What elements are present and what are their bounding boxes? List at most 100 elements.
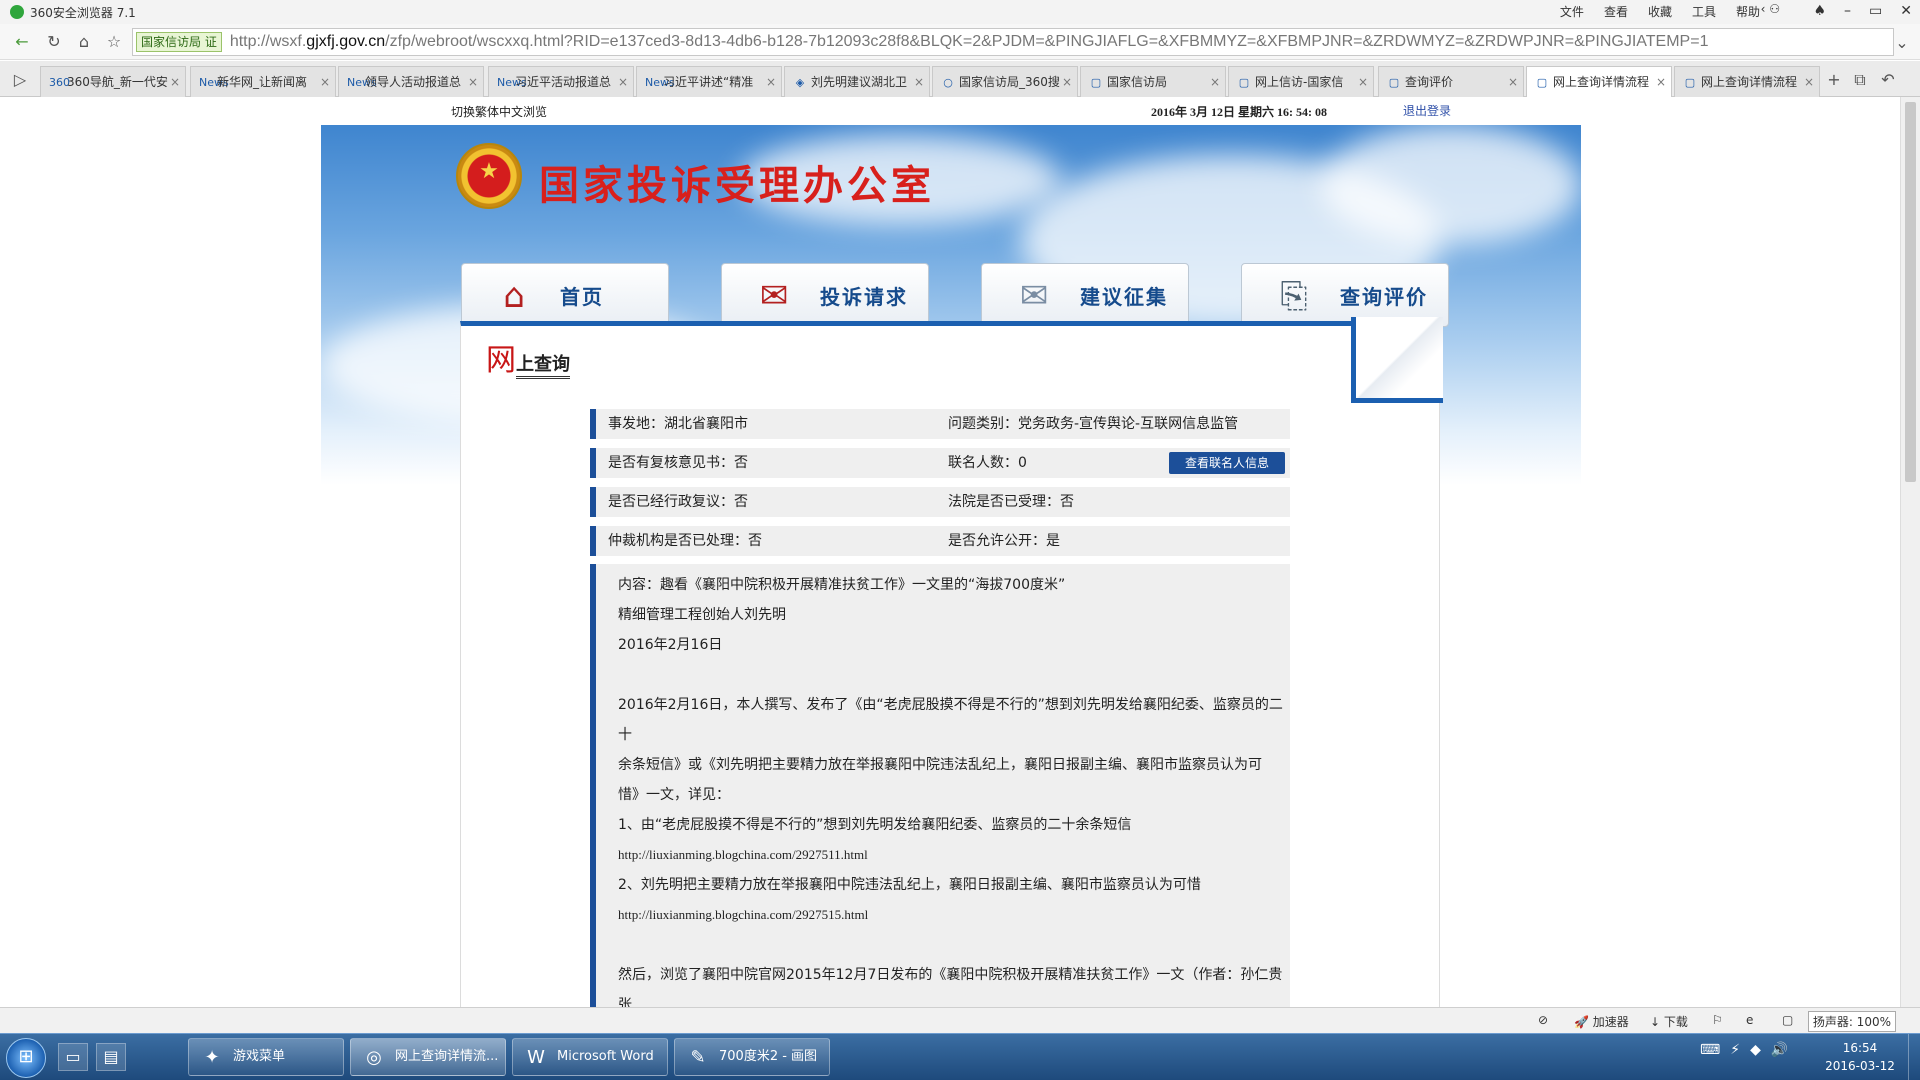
tab-favicon-icon: ○	[943, 76, 953, 89]
taskbar-item-label: 游戏菜单	[233, 1049, 286, 1064]
accelerator-button[interactable]: 🚀 加速器	[1574, 1013, 1629, 1030]
menu-help[interactable]: 帮助	[1736, 3, 1760, 20]
user-icon[interactable]: ‹ ⚇	[1761, 2, 1780, 16]
shield-icon[interactable]: ⊘	[1538, 1013, 1548, 1027]
menu-favorites[interactable]: 收藏	[1648, 3, 1672, 20]
tab-close-icon[interactable]: ×	[170, 67, 180, 97]
tab-close-icon[interactable]: ×	[766, 67, 776, 97]
tab-label: 查询评价	[1405, 75, 1454, 89]
download-button[interactable]: ↓ 下载	[1650, 1013, 1688, 1030]
nav-complaint[interactable]: ✉ 投诉请求	[721, 263, 929, 327]
window-icon[interactable]: ▢	[1782, 1013, 1793, 1027]
url-input[interactable]: 国家信访局 证 http://wsxf.gjxfj.gov.cn/zfp/web…	[132, 28, 1894, 56]
content-line: 2016年2月16日，本人撰写、发布了《由“老虎屁股摸不得是不行的”想到刘先明发…	[618, 697, 1283, 743]
browser-tab[interactable]: ▢ 查询评价 ×	[1378, 66, 1524, 97]
tab-close-icon[interactable]: ×	[1508, 67, 1518, 97]
taskbar-item[interactable]: ◎ 网上查询详情流...	[350, 1038, 506, 1076]
browser-tab[interactable]: 360360导航_新一代安 ×	[40, 66, 186, 97]
home-icon[interactable]: ⌂	[72, 31, 96, 53]
tab-label: 网上查询详情流程	[1701, 75, 1798, 89]
tab-label: 国家信访局_360搜	[959, 75, 1060, 89]
content-link[interactable]: http://liuxianming.blogchina.com/2927511…	[618, 840, 1290, 870]
keyboard-icon[interactable]: ⌨	[1700, 1042, 1720, 1058]
browser-tab[interactable]: ▢ 国家信访局 ×	[1080, 66, 1226, 97]
volume-icon[interactable]: 🔊	[1771, 1042, 1788, 1058]
nav-query-label: 查询评价	[1340, 285, 1428, 309]
show-desktop-button[interactable]	[1908, 1034, 1920, 1080]
undo-close-icon[interactable]: ↶	[1876, 69, 1900, 91]
maximize-button[interactable]: ▭	[1869, 3, 1882, 19]
content-line: 精细管理工程创始人刘先明	[618, 607, 786, 623]
browser-tab[interactable]: News新华网_让新闻离 ×	[190, 66, 336, 97]
taskbar-item[interactable]: ✦ 游戏菜单	[188, 1038, 344, 1076]
nav-home-label: 首页	[560, 285, 604, 309]
menu-view[interactable]: 查看	[1604, 3, 1628, 20]
tab-close-icon[interactable]: ×	[1210, 67, 1220, 97]
tab-close-icon[interactable]: ×	[914, 67, 924, 97]
tab-close-icon[interactable]: ×	[468, 67, 478, 97]
url-text[interactable]: http://wsxf.gjxfj.gov.cn/zfp/webroot/wsc…	[230, 33, 1709, 51]
menu-tools[interactable]: 工具	[1692, 3, 1716, 20]
browser-tab[interactable]: ▢ 网上信访-国家信 ×	[1228, 66, 1374, 97]
logout-link[interactable]: 退出登录	[1403, 102, 1451, 119]
show-desktop-icon[interactable]: ▭	[58, 1043, 88, 1071]
info-row: 仲裁机构是否已处理：否 是否允许公开：是	[590, 526, 1290, 556]
system-tray: ⌨ ⚡ ◆ 🔊	[1700, 1042, 1788, 1058]
start-button[interactable]: ⊞	[6, 1038, 46, 1078]
back-icon[interactable]: ←	[10, 31, 34, 53]
minimize-button[interactable]: –	[1844, 3, 1851, 19]
content-line: 内容：趣看《襄阳中院积极开展精准扶贫工作》一文里的“海拔700度米”	[618, 577, 1066, 593]
flag-icon[interactable]: ⚐	[1712, 1013, 1723, 1027]
switch-traditional-link[interactable]: 切换繁体中文浏览	[451, 103, 547, 120]
scrollbar-thumb[interactable]	[1905, 102, 1916, 482]
view-signers-button[interactable]: 查看联名人信息	[1169, 452, 1285, 474]
browser-tab[interactable]: News习近平讲述“精准 ×	[636, 66, 782, 97]
nav-suggestion[interactable]: ✉ 建议征集	[981, 263, 1189, 327]
browser-tab[interactable]: ○ 国家信访局_360搜 ×	[932, 66, 1078, 97]
tab-close-icon[interactable]: ×	[1804, 67, 1814, 97]
tab-close-icon[interactable]: ×	[1358, 67, 1368, 97]
restore-tabs-icon[interactable]: ⧉	[1848, 69, 1872, 91]
tab-close-icon[interactable]: ×	[320, 67, 330, 97]
explorer-icon[interactable]: ▤	[96, 1043, 126, 1071]
browser-tab[interactable]: ◈ 刘先明建议湖北卫 ×	[784, 66, 930, 97]
security-icon[interactable]: ◆	[1750, 1042, 1761, 1058]
ie-mode-icon[interactable]: e	[1746, 1013, 1753, 1027]
browser-tab[interactable]: ▢ 网上查询详情流程 ×	[1526, 66, 1672, 98]
browser-tab[interactable]: News习近平活动报道总 ×	[488, 66, 634, 97]
taskbar-item[interactable]: W Microsoft Word	[512, 1038, 668, 1076]
tab-label: 国家信访局	[1107, 75, 1168, 89]
vertical-scrollbar[interactable]	[1900, 97, 1920, 1007]
info-location: 事发地：湖北省襄阳市	[608, 416, 748, 432]
skin-icon[interactable]: ♠	[1813, 3, 1826, 19]
system-clock[interactable]: 16:54 2016-03-12	[1800, 1039, 1920, 1075]
favorite-star-icon[interactable]: ☆	[102, 31, 126, 53]
status-bar: ⊘ 🚀 加速器 ↓ 下载 ⚐ e ▢ 扬声器: 100%	[0, 1007, 1920, 1033]
browser-tab[interactable]: News领导人活动报道总 ×	[338, 66, 484, 97]
panel-title: 网上查询	[486, 335, 570, 379]
site-verified-badge[interactable]: 国家信访局 证	[136, 32, 222, 52]
content-line: 2、刘先明把主要精力放在举报襄阳中院违法乱纪上，襄阳日报副主编、襄阳市监察员认为…	[618, 877, 1201, 893]
menu-bar: 文件 查看 收藏 工具 帮助	[1560, 3, 1760, 20]
close-window-button[interactable]: ✕	[1900, 3, 1912, 19]
browser-logo-icon	[10, 5, 24, 19]
taskbar-item[interactable]: ✎ 700度米2 - 画图	[674, 1038, 830, 1076]
menu-file[interactable]: 文件	[1560, 3, 1584, 20]
new-tab-icon[interactable]: +	[1822, 69, 1846, 91]
url-dropdown-icon[interactable]: ⌄	[1890, 32, 1914, 54]
sidebar-toggle-icon[interactable]: ▷	[8, 69, 32, 91]
tab-close-icon[interactable]: ×	[618, 67, 628, 97]
tab-close-icon[interactable]: ×	[1656, 67, 1666, 97]
clock-time: 16:54	[1842, 1041, 1878, 1055]
zoom-level[interactable]: 扬声器: 100%	[1807, 1011, 1896, 1032]
info-row: 事发地：湖北省襄阳市 问题类别：党务政务-宣传舆论-互联网信息监管	[590, 409, 1290, 439]
tab-favicon-icon: News	[645, 76, 675, 89]
tab-label: 习近平活动报道总	[515, 75, 612, 89]
network-icon[interactable]: ⚡	[1730, 1042, 1740, 1058]
browser-tab[interactable]: ▢ 网上查询详情流程 ×	[1674, 66, 1820, 97]
info-row: 是否已经行政复议：否 法院是否已受理：否	[590, 487, 1290, 517]
tab-close-icon[interactable]: ×	[1062, 67, 1072, 97]
refresh-icon[interactable]: ↻	[42, 31, 66, 53]
content-link[interactable]: http://liuxianming.blogchina.com/2927515…	[618, 900, 1290, 930]
nav-home[interactable]: ⌂ 首页	[461, 263, 669, 327]
